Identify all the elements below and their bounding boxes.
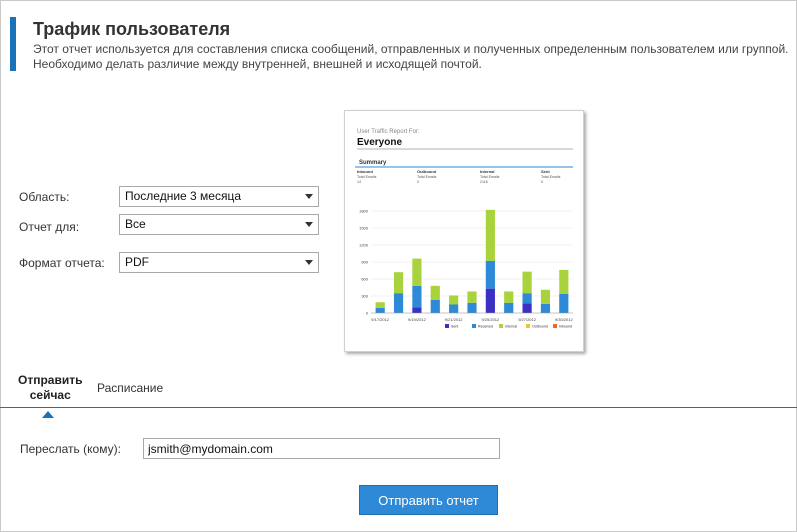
chart-legend-label: Received — [478, 325, 493, 329]
chart-legend-label: Internal — [505, 325, 517, 329]
description-line-2: Необходимо делать различие между внутрен… — [33, 57, 482, 71]
tab-divider — [0, 407, 797, 408]
send-report-button[interactable]: Отправить отчет — [359, 485, 498, 515]
chart-bar-segment — [412, 307, 422, 313]
chart-bar-segment — [430, 299, 440, 313]
chart-legend-swatch — [553, 324, 557, 328]
summary-col-name: Sent — [541, 169, 550, 174]
chart-bar-segment — [375, 307, 385, 313]
chevron-down-icon — [305, 260, 313, 265]
scope-select[interactable]: Последние 3 месяца — [119, 186, 319, 207]
chart-bar-segment — [467, 291, 477, 303]
chart-bar-segment — [412, 258, 422, 286]
scope-label: Область: — [19, 190, 70, 204]
chart-legend-swatch — [472, 324, 476, 328]
page-description: Этот отчет используется для составления … — [33, 42, 793, 72]
chart-x-tick-label: 9/17/2012 — [371, 317, 390, 322]
chart-legend-swatch — [499, 324, 503, 328]
chart-bar-segment — [393, 272, 404, 294]
report-preview-thumbnail: User Traffic Report For: Everyone Summar… — [344, 110, 584, 352]
format-label: Формат отчета: — [19, 256, 105, 270]
tab-schedule[interactable]: Расписание — [97, 381, 163, 395]
chart-legend-label: Inbound — [559, 325, 572, 329]
chart-legend-label: Sent — [451, 325, 458, 329]
chart-x-tick-label: 9/25/2012 — [481, 317, 500, 322]
format-select[interactable]: PDF — [119, 252, 319, 273]
chart-bar-segment — [522, 271, 532, 294]
tab-send-now-line1: Отправить — [18, 373, 83, 387]
chart-legend-label: Outbound — [532, 325, 548, 329]
preview-chart: 0 300 600 900 1200 1500 1800 9/17/2012 9/19/2012… — [359, 209, 573, 329]
chart-y-tick-label: 1500 — [359, 226, 369, 231]
chart-bar-segment — [449, 304, 459, 313]
chart-y-tick-label: 600 — [361, 277, 368, 282]
chart-bar-segment — [485, 288, 495, 313]
chart-bar-segment — [522, 293, 532, 304]
chart-legend-swatch — [445, 324, 449, 328]
summary-col-sub: Total Emails — [417, 175, 437, 179]
summary-col-name: Internal — [480, 169, 494, 174]
chart-y-tick-label: 1200 — [359, 243, 369, 248]
chart-x-tick-label: 9/19/2012 — [408, 317, 427, 322]
format-select-value: PDF — [125, 255, 149, 269]
report-for-label: Отчет для: — [19, 220, 80, 234]
forward-email-input[interactable] — [143, 438, 500, 459]
chart-x-tick-label: 9/27/2012 — [518, 317, 537, 322]
preview-header-big: Everyone — [357, 137, 402, 148]
chart-bar-segment — [393, 293, 404, 313]
summary-col-value: 0 — [541, 180, 543, 184]
summary-col-sub: Total Emails — [357, 175, 377, 179]
chart-bar-segment — [522, 303, 532, 313]
preview-summary-columns: InboundTotal Emails14OutboundTotal Email… — [357, 169, 561, 184]
chart-bar-segment — [375, 302, 385, 308]
chart-bar-segment — [485, 260, 495, 289]
tab-send-now[interactable]: Отправить сейчас — [18, 373, 82, 403]
description-line-1: Этот отчет используется для составления … — [33, 42, 789, 56]
preview-header-small: User Traffic Report For: — [357, 129, 420, 135]
tab-send-now-line2: сейчас — [29, 388, 71, 402]
chart-bar-segment — [504, 302, 514, 313]
chart-y-tick-label: 0 — [366, 311, 369, 316]
chevron-down-icon — [305, 222, 313, 227]
chart-legend-swatch — [526, 324, 530, 328]
preview-summary-title: Summary — [359, 160, 387, 166]
chart-bar-segment — [412, 285, 422, 308]
report-for-select-value: Все — [125, 217, 146, 231]
forward-to-label: Переслать (кому): — [20, 442, 121, 456]
chart-bar-segment — [449, 295, 459, 305]
summary-col-name: Inbound — [357, 169, 373, 174]
chart-bar-segment — [504, 291, 514, 303]
active-tab-pointer-icon — [42, 411, 54, 418]
header-accent-bar — [10, 17, 16, 71]
chevron-down-icon — [305, 194, 313, 199]
chart-bar-segment — [540, 289, 551, 304]
summary-col-value: 0 — [417, 180, 419, 184]
chart-bar-segment — [467, 302, 477, 313]
report-preview-svg: User Traffic Report For: Everyone Summar… — [355, 129, 573, 329]
chart-y-tick-label: 1800 — [359, 209, 369, 214]
chart-bar-segment — [430, 285, 440, 300]
chart-bar-segment — [485, 209, 495, 261]
chart-x-tick-label: 9/21/2012 — [445, 317, 464, 322]
summary-col-value: 14 — [357, 180, 361, 184]
summary-col-name: Outbound — [417, 169, 437, 174]
chart-bar-segment — [540, 303, 551, 313]
summary-col-value: 2116 — [480, 180, 488, 184]
summary-col-sub: Total Emails — [541, 175, 561, 179]
summary-col-sub: Total Emails — [480, 175, 500, 179]
chart-y-tick-label: 300 — [361, 294, 368, 299]
scope-select-value: Последние 3 месяца — [125, 189, 242, 203]
chart-bar-segment — [559, 269, 569, 294]
chart-bar-segment — [559, 293, 569, 313]
report-for-select[interactable]: Все — [119, 214, 319, 235]
page-title: Трафик пользователя — [33, 19, 231, 39]
chart-x-tick-label: 9/30/2012 — [555, 317, 574, 322]
chart-y-tick-label: 900 — [361, 260, 368, 265]
